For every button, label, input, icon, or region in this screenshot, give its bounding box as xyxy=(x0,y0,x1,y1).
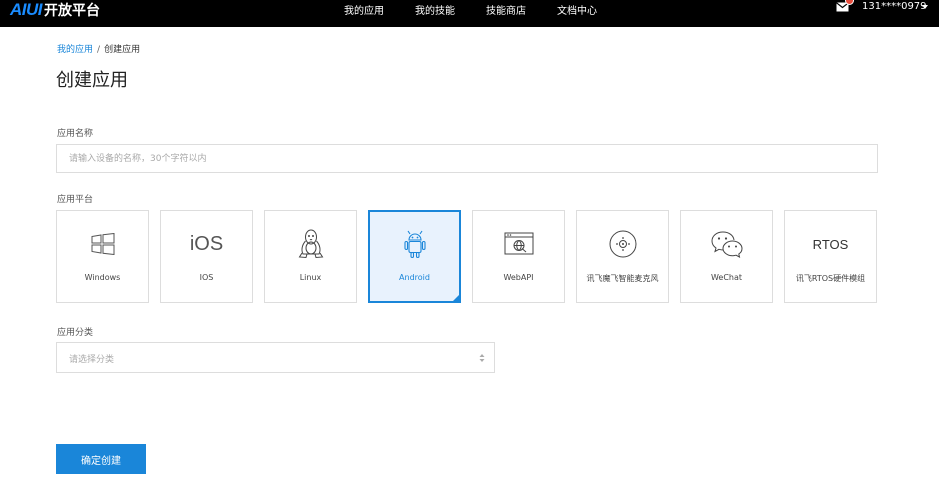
app-name-input[interactable] xyxy=(56,144,878,173)
breadcrumb-current: 创建应用 xyxy=(104,45,141,55)
ios-icon: iOS xyxy=(189,232,224,255)
webapi-icon xyxy=(504,232,533,255)
page-title: 创建应用 xyxy=(56,70,128,91)
logo-text: 开放平台 xyxy=(44,3,100,19)
breadcrumb-separator: / xyxy=(97,45,101,55)
platform-card-windows[interactable]: Windows xyxy=(56,210,149,303)
nav-docs-center[interactable]: 文档中心 xyxy=(557,2,597,17)
rtos-icon: RTOS xyxy=(812,236,849,252)
platform-card-linux[interactable]: Linux xyxy=(264,210,357,303)
microphone-icon xyxy=(609,230,636,258)
platform-name: IOS xyxy=(199,273,214,282)
breadcrumb: 我的应用 / 创建应用 xyxy=(57,42,140,55)
platform-card-wechat[interactable]: WeChat xyxy=(680,210,773,303)
platform-card-rtos[interactable]: RTOS 讯飞RTOS硬件模组 xyxy=(784,210,877,303)
platform-name: WebAPI xyxy=(503,273,534,282)
platform-card-microphone[interactable]: 讯飞魔飞智能麦克风 xyxy=(576,210,669,303)
nav-skill-store[interactable]: 技能商店 xyxy=(486,2,526,17)
app-category-label: 应用分类 xyxy=(57,328,94,338)
platform-name: Linux xyxy=(299,273,322,282)
platform-name: 讯飞RTOS硬件模组 xyxy=(795,274,866,283)
logo-mark: AIUI xyxy=(10,0,43,19)
notification-badge xyxy=(845,0,854,5)
linux-icon xyxy=(298,229,323,259)
category-placeholder: 请选择分类 xyxy=(69,355,115,365)
platform-name: 讯飞魔飞智能麦克风 xyxy=(586,274,659,283)
selected-corner-mark xyxy=(453,295,459,301)
nav-my-skills[interactable]: 我的技能 xyxy=(415,2,455,17)
platform-name: WeChat xyxy=(710,273,743,282)
breadcrumb-my-apps[interactable]: 我的应用 xyxy=(57,45,93,55)
chevron-down-icon[interactable] xyxy=(922,5,928,9)
platform-name: Windows xyxy=(84,273,121,282)
app-category-select[interactable]: 请选择分类 xyxy=(56,342,495,373)
create-app-button[interactable]: 确定创建 xyxy=(56,444,146,474)
top-navigation-bar: AIUI 开放平台 我的应用 我的技能 技能商店 文档中心 131****097… xyxy=(0,0,939,27)
platform-card-ios[interactable]: iOS IOS xyxy=(160,210,253,303)
android-icon xyxy=(403,230,426,259)
windows-icon xyxy=(91,233,114,255)
logo[interactable]: AIUI 开放平台 xyxy=(10,0,100,20)
platform-card-android[interactable]: Android xyxy=(368,210,461,303)
platform-card-webapi[interactable]: WebAPI xyxy=(472,210,565,303)
user-account[interactable]: 131****0979 xyxy=(862,1,927,12)
platform-name: Android xyxy=(399,273,430,282)
wechat-icon xyxy=(710,231,743,258)
app-platform-label: 应用平台 xyxy=(57,195,94,205)
sort-arrows-icon xyxy=(479,354,485,362)
nav-my-apps[interactable]: 我的应用 xyxy=(344,2,384,17)
app-name-label: 应用名称 xyxy=(57,129,94,139)
